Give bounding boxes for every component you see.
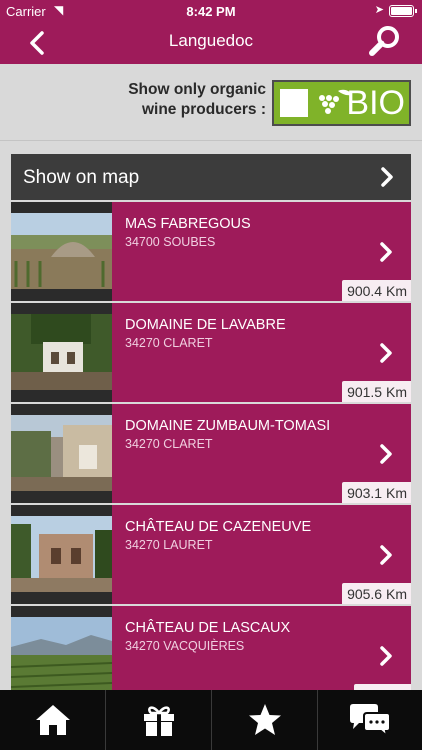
producer-name: CHÂTEAU DE LASCAUX [125, 620, 291, 636]
organic-label-line1: Show only organic [128, 81, 266, 98]
tab-bar [0, 690, 422, 750]
home-icon [35, 705, 70, 735]
tab-favorites[interactable] [212, 690, 318, 750]
battery-icon [389, 5, 417, 17]
producer-address: 34270 LAURET [125, 538, 213, 552]
producer-address: 34270 VACQUIÈRES [125, 639, 245, 653]
chevron-right-icon [380, 545, 392, 565]
producer-photo [11, 505, 112, 604]
producer-address: 34270 CLARET [125, 437, 213, 451]
tab-gift[interactable] [106, 690, 212, 750]
producer-name: MAS FABREGOUS [125, 216, 251, 232]
nav-bar: Languedoc [0, 22, 422, 64]
tab-home[interactable] [0, 690, 106, 750]
star-icon [248, 704, 281, 735]
list-item[interactable]: DOMAINE DE LAVABRE 34270 CLARET 901.5 Km [11, 303, 411, 402]
producer-address: 34700 SOUBES [125, 235, 216, 249]
producer-name: CHÂTEAU DE CAZENEUVE [125, 519, 312, 535]
producer-distance: 901.5 Km [342, 381, 411, 402]
list-item[interactable]: CHÂTEAU DE CAZENEUVE 34270 LAURET 905.6 … [11, 505, 411, 604]
producer-address: 34270 CLARET [125, 336, 213, 350]
producer-photo [11, 606, 112, 692]
chevron-right-icon [380, 646, 392, 666]
bio-checkbox[interactable] [280, 89, 308, 117]
organic-filter-label: Show only organic wine producers : [128, 80, 266, 120]
gift-icon [143, 706, 174, 736]
show-on-map-label: Show on map [23, 167, 140, 188]
chevron-right-icon [380, 444, 392, 464]
search-icon[interactable] [366, 22, 404, 60]
organic-label-line2: wine producers : [141, 101, 266, 118]
chevron-right-icon [380, 242, 392, 262]
chevron-right-icon [380, 343, 392, 363]
producer-photo [11, 202, 112, 301]
producer-distance: 903.1 Km [342, 482, 411, 503]
clock: 8:42 PM [186, 4, 236, 19]
list-item[interactable]: CHÂTEAU DE LASCAUX 34270 VACQUIÈRES 906 … [11, 606, 411, 692]
divider [0, 140, 422, 141]
producer-photo [11, 303, 112, 402]
status-bar: Carrier ◥ 8:42 PM ➤ [0, 0, 422, 22]
bio-badge-text: BIO [346, 84, 405, 122]
bio-toggle-button[interactable]: BIO [272, 80, 411, 126]
producer-distance: 905.6 Km [342, 583, 411, 604]
chevron-right-icon [381, 167, 393, 187]
producer-name: DOMAINE DE LAVABRE [125, 317, 286, 333]
location-arrow-icon: ➤ [374, 4, 384, 16]
producer-list[interactable]: MAS FABREGOUS 34700 SOUBES 900.4 Km DOMA… [11, 202, 411, 692]
page-title: Languedoc [168, 31, 254, 50]
producer-photo [11, 404, 112, 503]
tab-community[interactable] [318, 690, 422, 750]
producer-name: DOMAINE ZUMBAUM-TOMASI [125, 418, 331, 434]
show-on-map-button[interactable]: Show on map [11, 154, 411, 200]
list-item[interactable]: DOMAINE ZUMBAUM-TOMASI 34270 CLARET 903.… [11, 404, 411, 503]
organic-filter: Show only organic wine producers : BIO [0, 78, 422, 128]
chat-bubbles-icon [350, 704, 391, 738]
producer-distance: 900.4 Km [342, 280, 411, 301]
list-item[interactable]: MAS FABREGOUS 34700 SOUBES 900.4 Km [11, 202, 411, 301]
